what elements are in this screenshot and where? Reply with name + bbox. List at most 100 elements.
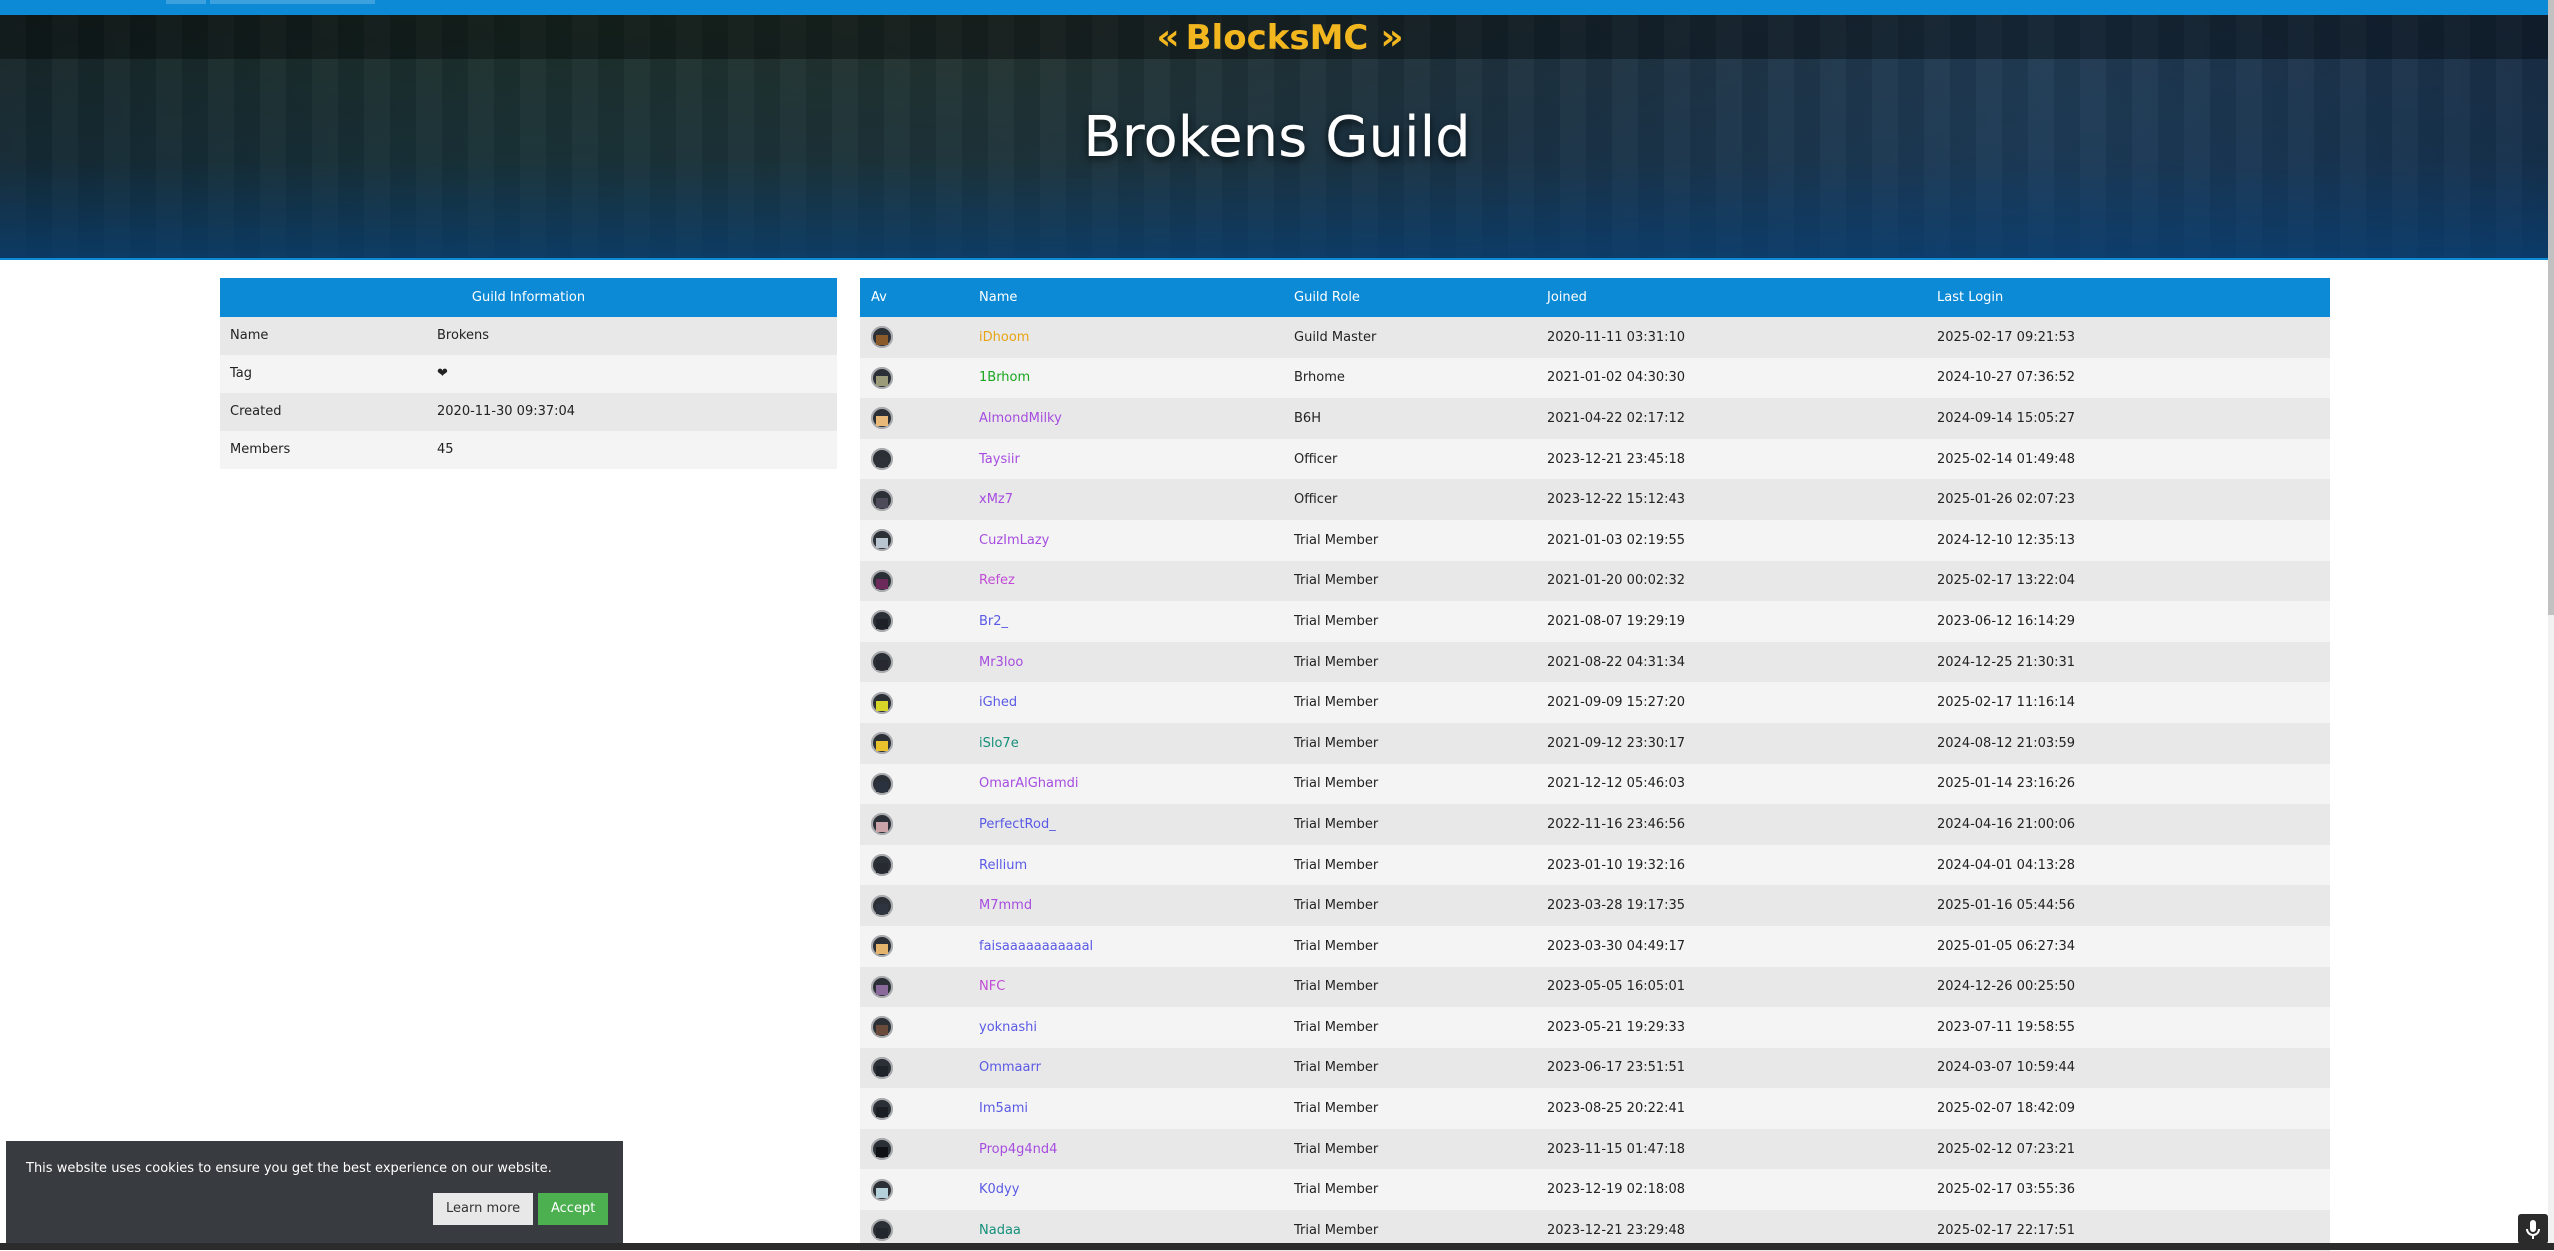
guild-role-cell: Trial Member	[1294, 573, 1379, 589]
avatar[interactable]	[871, 854, 893, 877]
member-name-link[interactable]: faisaaaaaaaaaaal	[979, 939, 1093, 954]
avatar[interactable]	[871, 569, 893, 592]
avatar[interactable]	[871, 772, 893, 795]
avatar-cell	[860, 1219, 979, 1242]
guild-role-cell: Trial Member	[1294, 1101, 1379, 1117]
member-name-link[interactable]: Refez	[979, 573, 1015, 588]
scrollbar-thumb[interactable]	[2548, 0, 2554, 615]
last-login-cell: 2024-03-07 10:59:44	[1937, 1060, 2076, 1076]
member-name-link[interactable]: Rellium	[979, 858, 1027, 873]
col-av: Av	[871, 290, 887, 305]
member-name-link[interactable]: PerfectRod_	[979, 817, 1056, 832]
nav-item[interactable]	[166, 0, 206, 4]
last-login-cell: 2023-06-12 16:14:29	[1937, 613, 2076, 629]
member-name-link[interactable]: yoknashi	[979, 1020, 1037, 1035]
table-row: xMz7 Officer 2023-12-22 15:12:43 2025-01-26…	[860, 479, 2330, 520]
avatar[interactable]	[871, 1219, 893, 1242]
avatar[interactable]	[871, 1097, 893, 1120]
member-name-link[interactable]: K0dyy	[979, 1182, 1019, 1197]
last-login-cell: 2025-02-17 22:17:51	[1937, 1222, 2076, 1238]
avatar[interactable]	[871, 1178, 893, 1201]
avatar[interactable]	[871, 326, 893, 349]
avatar[interactable]	[871, 651, 893, 674]
avatar-cell	[860, 894, 979, 917]
guild-info-row: Name Brokens	[220, 317, 837, 355]
avatar[interactable]	[871, 1056, 893, 1079]
avatar[interactable]	[871, 935, 893, 958]
avatar[interactable]	[871, 732, 893, 755]
guild-role-cell: Trial Member	[1294, 654, 1379, 670]
avatar-face	[876, 863, 888, 874]
table-row: Ommaarr Trial Member 2023-06-17 23:51:51 20…	[860, 1047, 2330, 1089]
microphone-icon[interactable]	[2518, 1214, 2548, 1244]
avatar[interactable]	[871, 488, 893, 511]
avatar[interactable]	[871, 366, 893, 389]
avatar-face	[876, 1228, 888, 1239]
member-name-cell: xMz7	[979, 492, 1294, 507]
member-name-link[interactable]: AlmondMilky	[979, 411, 1062, 426]
member-name-link[interactable]: Prop4g4nd4	[979, 1142, 1057, 1157]
member-name-link[interactable]: Ommaarr	[979, 1060, 1041, 1075]
avatar[interactable]	[871, 813, 893, 836]
joined-cell: 2021-01-02 04:30:30	[1547, 370, 1686, 386]
avatar-face	[876, 375, 888, 386]
member-name-link[interactable]: Taysiir	[979, 452, 1020, 467]
avatar[interactable]	[871, 610, 893, 633]
guild-info-value: 45	[437, 442, 454, 457]
guild-role-cell: Trial Member	[1294, 695, 1379, 711]
page-scrollbar[interactable]	[2548, 0, 2554, 1243]
guild-role-cell: Trial Member	[1294, 857, 1379, 873]
member-name-link[interactable]: NFC	[979, 979, 1005, 994]
guild-role-cell: Trial Member	[1294, 1182, 1379, 1198]
last-login-cell: 2025-02-17 11:16:14	[1937, 695, 2076, 711]
member-name-link[interactable]: Im5ami	[979, 1101, 1028, 1116]
member-name-cell: K0dyy	[979, 1182, 1294, 1197]
last-login-cell: 2025-01-14 23:16:26	[1937, 776, 2076, 792]
joined-cell: 2023-05-21 19:29:33	[1547, 1019, 1686, 1035]
site-logo[interactable]: «BlocksMC »	[0, 17, 2554, 58]
member-name-link[interactable]: xMz7	[979, 492, 1013, 507]
member-name-link[interactable]: M7mmd	[979, 898, 1032, 913]
page-title: Brokens Guild	[1083, 105, 1471, 170]
learn-more-button[interactable]: Learn more	[433, 1193, 534, 1225]
table-row: iSlo7e Trial Member 2021-09-12 23:30:17 202…	[860, 722, 2330, 764]
member-name-link[interactable]: CuzImLazy	[979, 533, 1049, 548]
avatar[interactable]	[871, 1138, 893, 1161]
avatar[interactable]	[871, 448, 893, 471]
member-name-link[interactable]: Mr3loo	[979, 655, 1023, 670]
avatar[interactable]	[871, 407, 893, 430]
avatar-cell	[860, 772, 979, 795]
guild-role-cell: Trial Member	[1294, 1141, 1379, 1157]
avatar[interactable]	[871, 1016, 893, 1039]
hero-banner: «BlocksMC » Brokens Guild	[0, 15, 2554, 260]
table-row: Br2_ Trial Member 2021-08-07 19:29:19 2023-…	[860, 601, 2330, 642]
member-name-link[interactable]: Br2_	[979, 614, 1008, 629]
joined-cell: 2023-05-05 16:05:01	[1547, 979, 1686, 995]
avatar[interactable]	[871, 975, 893, 998]
last-login-cell: 2024-04-16 21:00:06	[1937, 816, 2076, 832]
guild-role-cell: B6H	[1294, 410, 1321, 426]
joined-cell: 2021-01-20 00:02:32	[1547, 573, 1686, 589]
guild-info-rows: Name Brokens Tag ❤ Created 2020-11-30 09:37:0…	[220, 317, 837, 469]
last-login-cell: 2024-10-27 07:36:52	[1937, 370, 2076, 386]
member-name-link[interactable]: OmarAlGhamdi	[979, 776, 1079, 791]
member-name-link[interactable]: iGhed	[979, 695, 1017, 710]
member-name-link[interactable]: iDhoom	[979, 330, 1029, 345]
joined-cell: 2023-12-21 23:45:18	[1547, 451, 1686, 467]
member-name-cell: Ommaarr	[979, 1060, 1294, 1075]
avatar[interactable]	[871, 691, 893, 714]
accept-cookies-button[interactable]: Accept	[538, 1193, 609, 1225]
avatar[interactable]	[871, 529, 893, 552]
member-name-cell: Im5ami	[979, 1101, 1294, 1116]
avatar-cell	[860, 1016, 979, 1039]
avatar-face	[876, 741, 888, 752]
member-name-link[interactable]: 1Brhom	[979, 370, 1030, 385]
avatar-cell	[860, 366, 979, 389]
guild-role-cell: Trial Member	[1294, 1222, 1379, 1238]
member-name-cell: OmarAlGhamdi	[979, 776, 1294, 791]
avatar[interactable]	[871, 894, 893, 917]
member-name-link[interactable]: iSlo7e	[979, 736, 1019, 751]
last-login-cell: 2025-02-12 07:23:21	[1937, 1141, 2076, 1157]
nav-item[interactable]	[210, 0, 375, 4]
member-name-link[interactable]: Nadaa	[979, 1223, 1021, 1238]
